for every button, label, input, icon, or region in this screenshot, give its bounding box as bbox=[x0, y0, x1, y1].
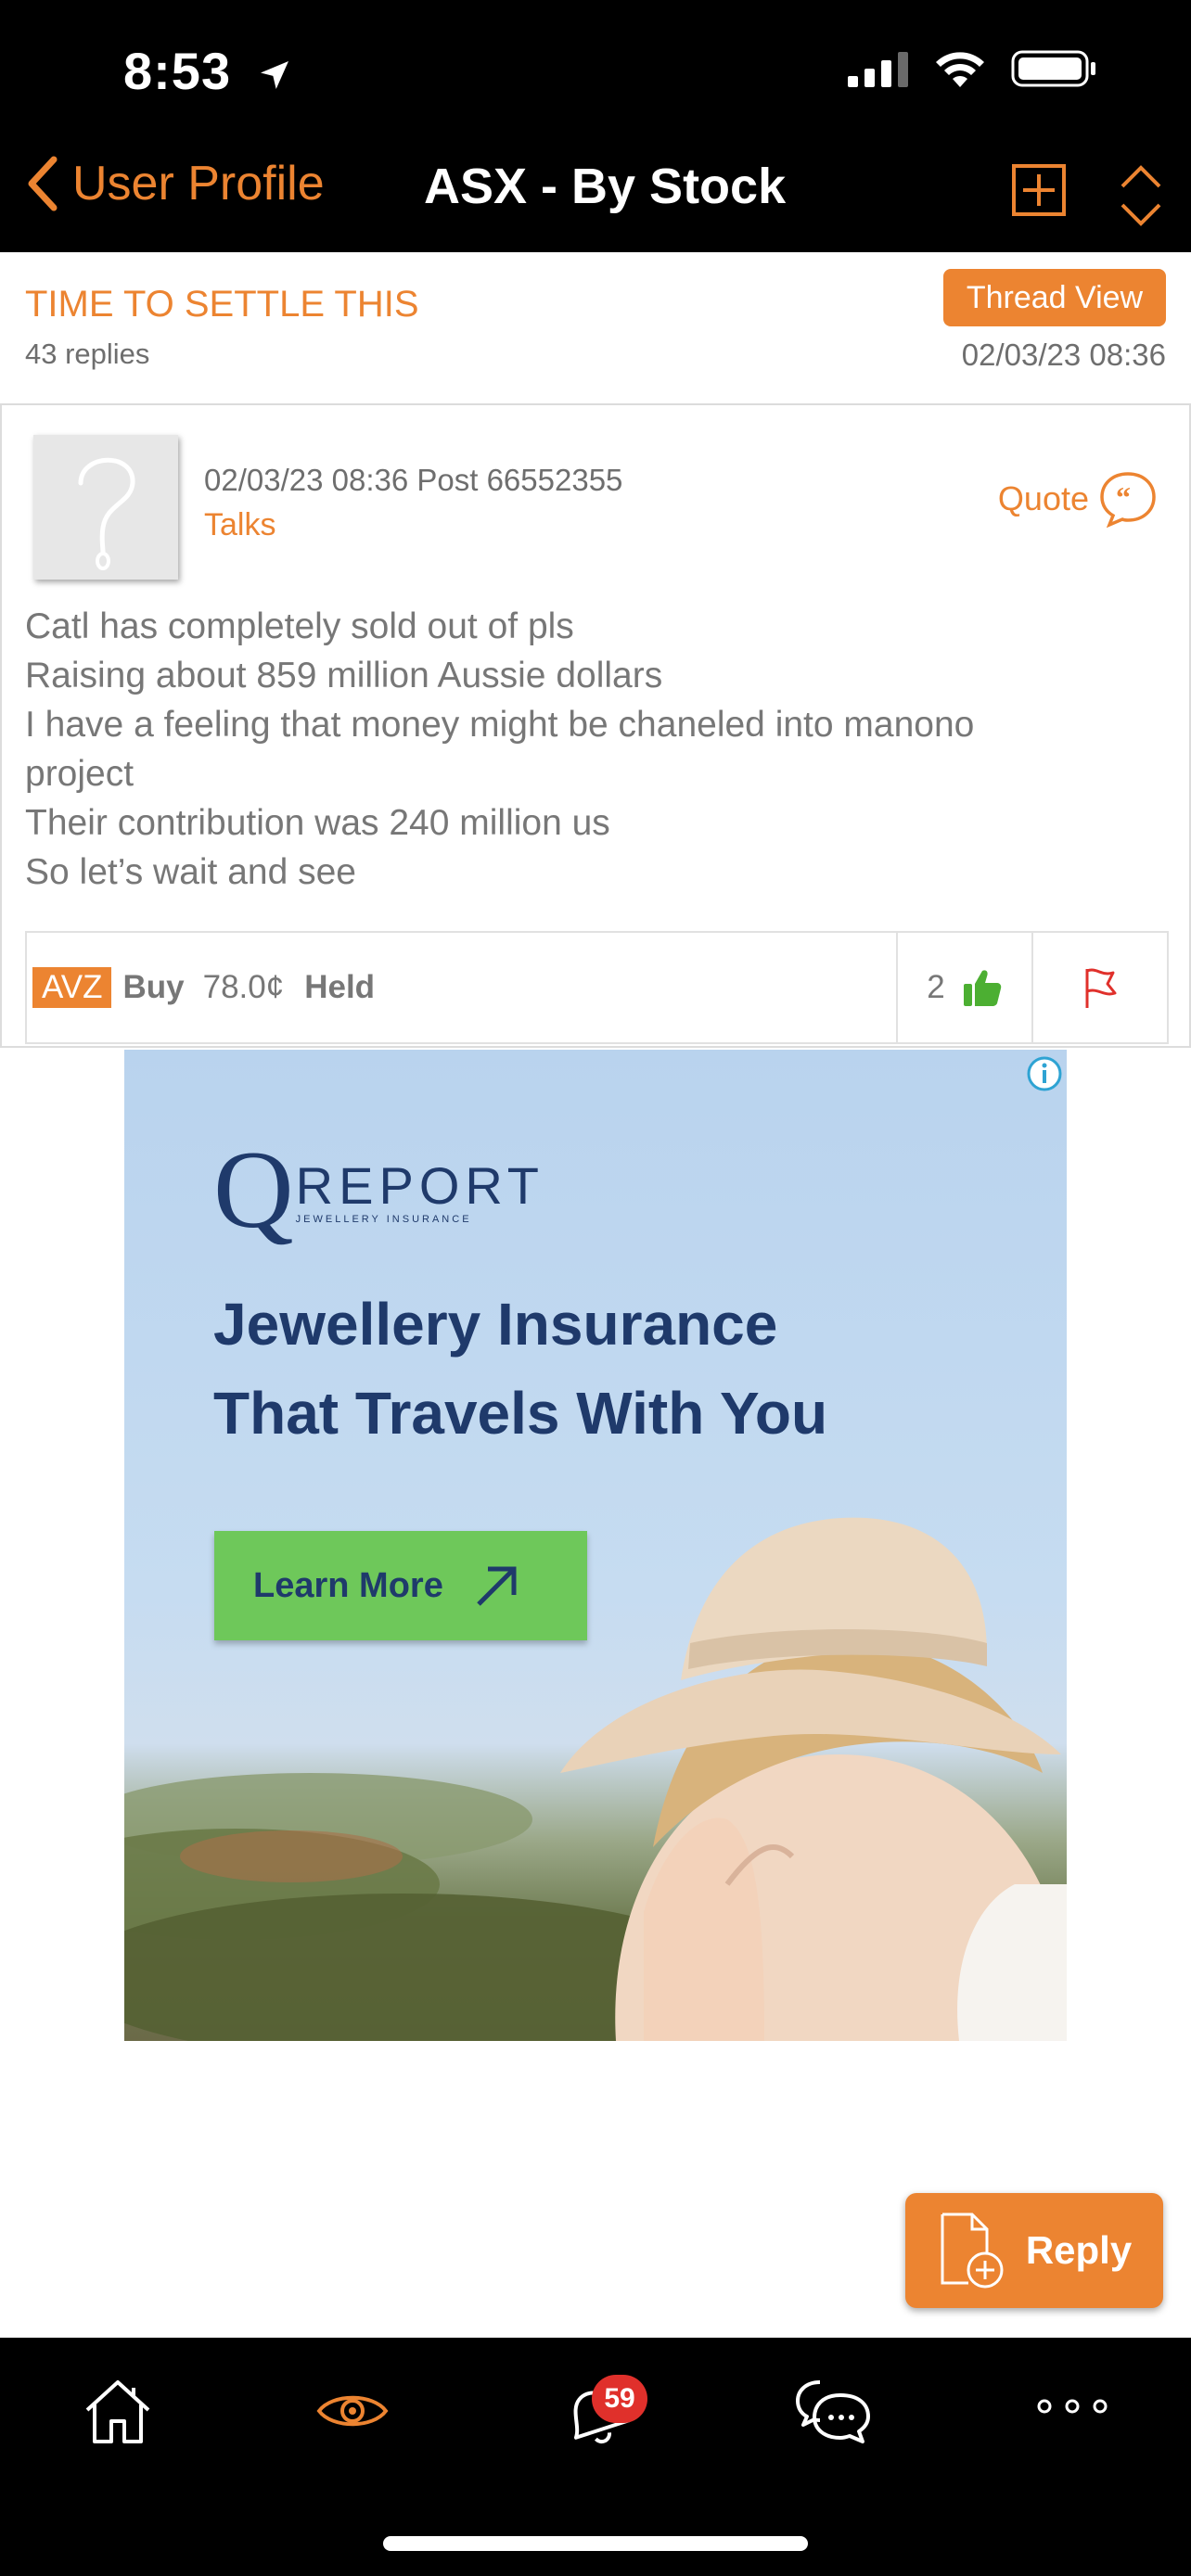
svg-text:“: “ bbox=[1116, 480, 1131, 514]
flag-icon bbox=[1085, 968, 1117, 1008]
post-author[interactable]: Talks bbox=[204, 507, 275, 543]
reply-label: Reply bbox=[1025, 2228, 1133, 2272]
notification-badge: 59 bbox=[592, 2375, 647, 2423]
ad-headline: Jewellery Insurance That Travels With Yo… bbox=[213, 1280, 974, 1458]
more-dots-icon bbox=[1037, 2399, 1108, 2414]
wifi-icon bbox=[936, 52, 984, 87]
avatar[interactable] bbox=[33, 435, 178, 580]
ad-logo-name: REPORT bbox=[295, 1156, 545, 1215]
page-title: ASX - By Stock bbox=[424, 159, 787, 214]
post-card: 02/03/23 08:36 Post 66552355 Talks Quote… bbox=[0, 405, 1191, 1048]
status-time: 8:53 bbox=[123, 41, 293, 106]
tab-notifications[interactable]: 59 bbox=[557, 2375, 647, 2457]
ad-headline-line1: Jewellery Insurance bbox=[213, 1291, 778, 1358]
status-time-text: 8:53 bbox=[123, 42, 232, 100]
post-body-line: Their contribution was 240 million us bbox=[25, 803, 610, 843]
post-body-line: project bbox=[25, 754, 134, 794]
back-label: User Profile bbox=[72, 157, 325, 210]
post-stock-info: AVZ Buy 78.0¢ Held bbox=[27, 933, 896, 1042]
tab-messages[interactable] bbox=[794, 2375, 872, 2454]
tab-more[interactable] bbox=[1035, 2395, 1109, 2422]
thread-view-button[interactable]: Thread View bbox=[943, 269, 1166, 326]
chevron-left-icon bbox=[28, 156, 58, 211]
status-icons bbox=[848, 48, 1098, 89]
back-button[interactable]: User Profile bbox=[26, 156, 325, 211]
ad-logo-word: REPORT JEWELLERY INSURANCE bbox=[296, 1155, 544, 1225]
arrow-up-right-icon bbox=[477, 1566, 517, 1606]
tab-watchlist[interactable] bbox=[315, 2375, 390, 2452]
ad-logo-q: Q bbox=[213, 1128, 294, 1251]
home-icon bbox=[85, 2380, 150, 2443]
location-arrow-icon bbox=[256, 45, 293, 106]
ad-headline-line2: That Travels With You bbox=[213, 1380, 828, 1447]
post-body-line: I have a feeling that money might be cha… bbox=[25, 705, 975, 745]
chat-bubbles-icon bbox=[796, 2380, 870, 2443]
thread-title[interactable]: TIME TO SETTLE THIS bbox=[25, 284, 419, 325]
like-button[interactable]: 2 bbox=[896, 933, 1031, 1042]
ad-logo: Q REPORT JEWELLERY INSURANCE bbox=[213, 1128, 544, 1251]
ad-learn-more-button[interactable]: Learn More bbox=[214, 1531, 587, 1640]
post-body-line: So let’s wait and see bbox=[25, 852, 356, 892]
tab-home[interactable] bbox=[82, 2375, 154, 2452]
signal-icon bbox=[848, 52, 908, 87]
advertisement[interactable]: Q REPORT JEWELLERY INSURANCE Jewellery I… bbox=[124, 1050, 1067, 2041]
thumbs-up-icon bbox=[963, 970, 1001, 1006]
price-at-posting: 78.0¢ bbox=[202, 969, 285, 1005]
eye-icon bbox=[316, 2395, 389, 2427]
top-bar: 8:53 User Profile ASX - By Stock bbox=[0, 0, 1191, 252]
home-indicator[interactable] bbox=[383, 2536, 808, 2551]
quote-button[interactable]: Quote “ bbox=[998, 470, 1158, 528]
add-button[interactable] bbox=[1011, 163, 1067, 222]
thread-date: 02/03/23 08:36 bbox=[961, 338, 1166, 372]
thread-replies: 43 replies bbox=[25, 338, 150, 370]
quote-label: Quote bbox=[997, 479, 1089, 517]
post-body-line: Catl has completely sold out of pls bbox=[25, 606, 574, 646]
post-meta: 02/03/23 08:36 Post 66552355 bbox=[204, 463, 623, 497]
post-body-line: Raising about 859 million Aussie dollars bbox=[25, 656, 663, 695]
quote-bubble-icon: “ bbox=[1100, 472, 1156, 528]
new-document-icon bbox=[941, 2213, 1004, 2289]
post-body: Catl has completely sold out of pls Rais… bbox=[25, 602, 1166, 897]
chevron-up-down-icon bbox=[1121, 165, 1161, 226]
post-footer: AVZ Buy 78.0¢ Held 2 bbox=[25, 931, 1169, 1044]
ticker-badge[interactable]: AVZ bbox=[32, 967, 112, 1008]
up-down-nav-button[interactable] bbox=[1119, 162, 1163, 234]
ad-cta-label: Learn More bbox=[253, 1565, 443, 1605]
report-button[interactable] bbox=[1031, 933, 1167, 1042]
plus-square-icon bbox=[1012, 164, 1066, 216]
disclosure: Held bbox=[304, 969, 376, 1005]
question-mark-icon bbox=[78, 457, 135, 570]
ad-info-icon[interactable] bbox=[1026, 1055, 1063, 1097]
like-count: 2 bbox=[927, 969, 945, 1005]
battery-icon bbox=[1011, 50, 1095, 87]
sentiment: Buy bbox=[122, 969, 185, 1005]
reply-button[interactable]: Reply bbox=[905, 2193, 1163, 2308]
thread-header: TIME TO SETTLE THIS 43 replies Thread Vi… bbox=[0, 252, 1191, 405]
